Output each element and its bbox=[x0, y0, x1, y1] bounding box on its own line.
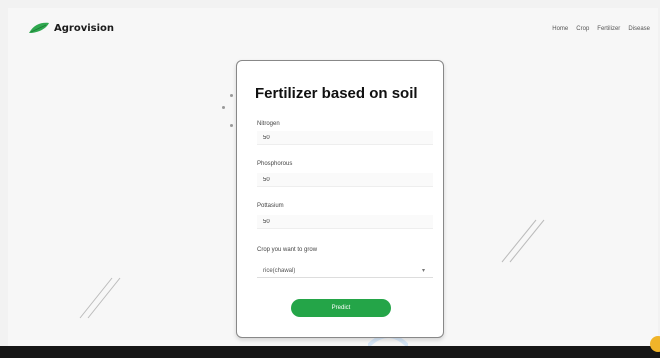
decorative-lines-right bbox=[501, 219, 545, 263]
potassium-label: Pottasium bbox=[257, 203, 284, 209]
page: Agrovision Home Crop Fertilizer Disease … bbox=[8, 8, 658, 346]
brand-name: Agrovision bbox=[54, 22, 115, 34]
logo[interactable]: Agrovision bbox=[28, 22, 114, 34]
decorative-lines-left bbox=[79, 277, 121, 319]
decorative-dot bbox=[222, 106, 225, 109]
chat-widget-icon[interactable] bbox=[650, 336, 660, 352]
predict-button[interactable]: Predict bbox=[291, 299, 391, 317]
decorative-dot bbox=[230, 94, 233, 97]
phosphorous-input[interactable] bbox=[257, 173, 433, 187]
taskbar bbox=[0, 346, 660, 358]
crop-selected-value: rice(chawal) bbox=[263, 268, 296, 274]
crop-label: Crop you want to grow bbox=[257, 247, 318, 253]
decorative-dot bbox=[230, 124, 233, 127]
nav-fertilizer[interactable]: Fertilizer bbox=[597, 26, 620, 32]
fertilizer-form-card: Fertilizer based on soil Nitrogen Phosph… bbox=[236, 60, 444, 338]
nitrogen-input[interactable] bbox=[257, 131, 433, 145]
leaf-icon bbox=[29, 22, 49, 33]
crop-select[interactable]: rice(chawal) ▾ bbox=[257, 264, 433, 278]
nav-crop[interactable]: Crop bbox=[576, 26, 589, 32]
form-title: Fertilizer based on soil bbox=[255, 85, 418, 102]
nav-menu: Home Crop Fertilizer Disease bbox=[552, 26, 650, 32]
potassium-input[interactable] bbox=[257, 215, 433, 229]
header: Agrovision Home Crop Fertilizer Disease bbox=[8, 8, 658, 46]
nitrogen-label: Nitrogen bbox=[257, 121, 280, 127]
phosphorous-label: Phosphorous bbox=[257, 161, 293, 167]
nav-disease[interactable]: Disease bbox=[628, 26, 650, 32]
nav-home[interactable]: Home bbox=[552, 26, 568, 32]
chevron-down-icon: ▾ bbox=[421, 268, 425, 274]
